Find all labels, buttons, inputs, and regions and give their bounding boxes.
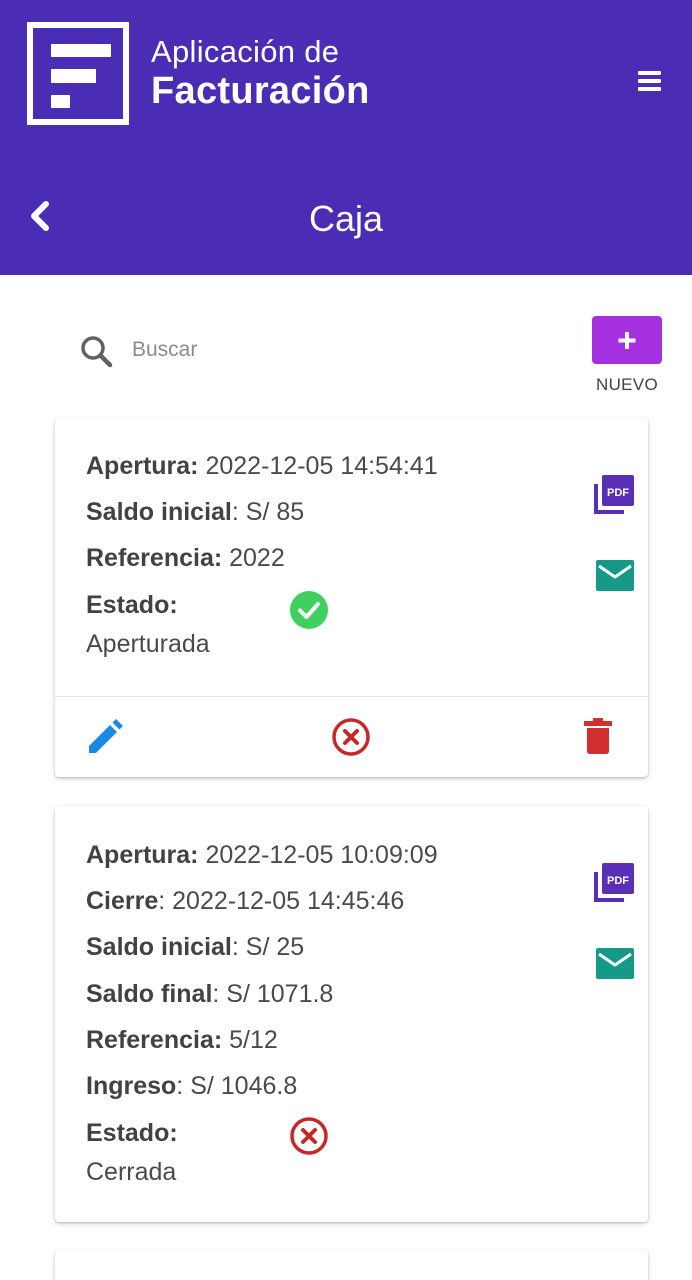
logo-bar xyxy=(51,44,111,57)
app-name-line1: Aplicación de xyxy=(151,34,340,69)
email-icon[interactable] xyxy=(593,556,637,596)
estado-label: Estado: xyxy=(86,591,178,619)
apertura-field: Apertura: 2022-12-05 14:54:41 xyxy=(86,452,438,480)
delete-trash-icon[interactable] xyxy=(580,716,616,756)
referencia-field: Referencia: 2022 xyxy=(86,544,285,572)
app-header: Aplicación de Facturación Caja xyxy=(0,0,692,275)
app-name-line2: Facturación xyxy=(151,70,370,112)
email-icon[interactable] xyxy=(593,944,637,984)
check-circle-icon xyxy=(289,590,329,630)
search-input[interactable] xyxy=(122,330,502,370)
app-logo xyxy=(27,22,129,125)
apertura-field: Apertura: 2022-12-05 10:09:09 xyxy=(86,841,438,869)
pdf-icon[interactable]: PDF xyxy=(593,860,637,904)
svg-text:PDF: PDF xyxy=(607,875,629,887)
app-name: Aplicación de Facturación xyxy=(151,36,370,110)
cancel-circle-icon[interactable] xyxy=(331,717,371,757)
search-icon xyxy=(78,333,114,369)
cancel-circle-icon xyxy=(289,1116,329,1156)
hamburger-menu-icon[interactable] xyxy=(634,66,666,96)
saldo-inicial-field: Saldo inicial: S/ 25 xyxy=(86,933,305,961)
saldo-final-field: Saldo final: S/ 1071.8 xyxy=(86,980,334,1008)
saldo-inicial-field: Saldo inicial: S/ 85 xyxy=(86,498,305,526)
cash-register-card xyxy=(55,1250,648,1280)
plus-icon xyxy=(618,332,636,349)
pdf-icon[interactable]: PDF xyxy=(593,472,637,516)
card-divider xyxy=(55,696,648,697)
estado-value: Cerrada xyxy=(86,1158,177,1186)
svg-text:PDF: PDF xyxy=(607,487,629,499)
page-title: Caja xyxy=(308,198,384,239)
logo-bar xyxy=(51,95,70,108)
ingreso-field: Ingreso: S/ 1046.8 xyxy=(86,1072,298,1100)
estado-label: Estado: xyxy=(86,1119,178,1147)
referencia-field: Referencia: 5/12 xyxy=(86,1026,278,1054)
cash-register-card: Apertura: 2022-12-05 10:09:09 Cierre: 20… xyxy=(55,806,648,1222)
cierre-field: Cierre: 2022-12-05 14:45:46 xyxy=(86,887,405,915)
new-record-button[interactable] xyxy=(592,316,662,364)
edit-pencil-icon[interactable] xyxy=(85,717,125,757)
new-button-label: NUEVO xyxy=(596,375,658,394)
logo-bar xyxy=(51,69,96,83)
cash-register-card: Apertura: 2022-12-05 14:54:41 Saldo inic… xyxy=(55,418,648,777)
estado-value: Aperturada xyxy=(86,630,210,658)
